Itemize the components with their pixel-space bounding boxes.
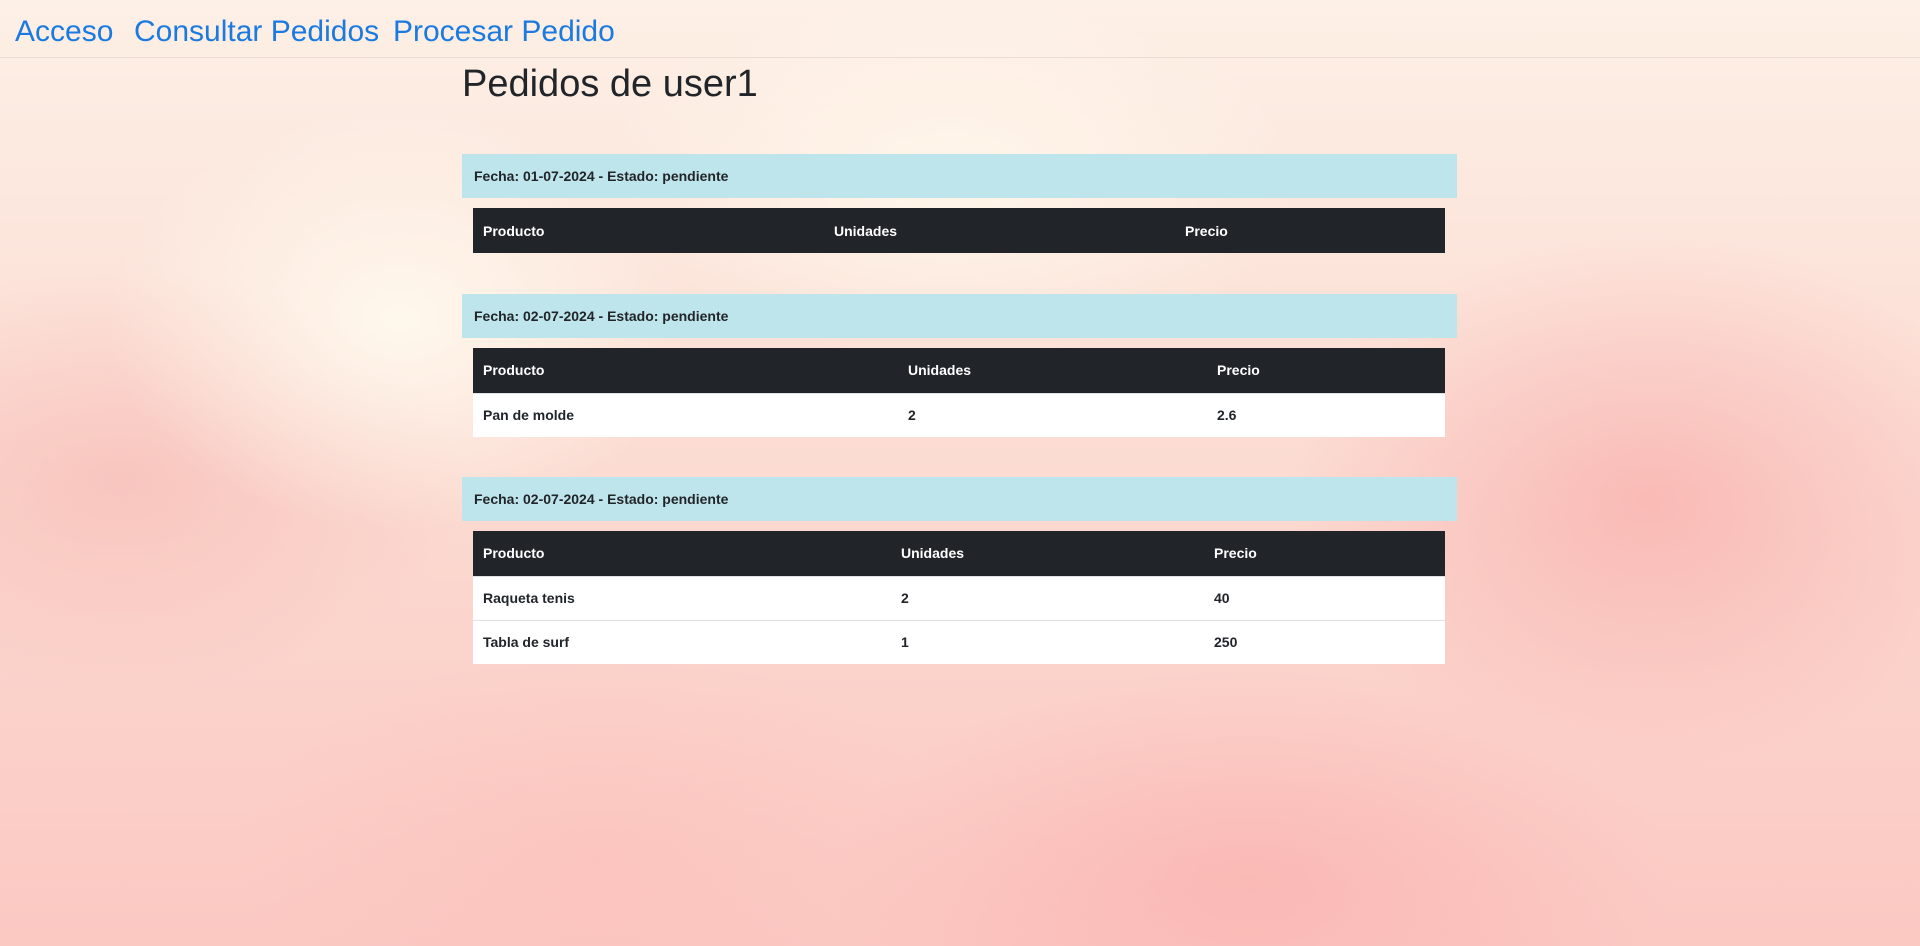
table-row: Tabla de surf 1 250: [473, 619, 1445, 664]
column-header-unidades: Unidades: [824, 208, 1175, 253]
cell-precio: 250: [1204, 619, 1445, 664]
order-header: Fecha: 02-07-2024 - Estado: pendiente: [462, 477, 1457, 521]
cell-precio: 40: [1204, 575, 1445, 620]
column-header-precio: Precio: [1175, 208, 1445, 253]
column-header-precio: Precio: [1204, 531, 1445, 576]
order-items-table: Producto Unidades Precio Raqueta tenis 2…: [473, 531, 1445, 664]
table-header-row: Producto Unidades Precio: [473, 208, 1445, 253]
order-card: Fecha: 02-07-2024 - Estado: pendiente Pr…: [462, 294, 1457, 437]
column-header-unidades: Unidades: [898, 348, 1207, 393]
order-items-table: Producto Unidades Precio Pan de molde 2 …: [473, 348, 1445, 437]
order-items-table: Producto Unidades Precio: [473, 208, 1445, 253]
order-card: Fecha: 01-07-2024 - Estado: pendiente Pr…: [462, 154, 1457, 253]
column-header-unidades: Unidades: [891, 531, 1204, 576]
cell-producto: Pan de molde: [473, 392, 898, 437]
nav-link-consultar-pedidos[interactable]: Consultar Pedidos: [134, 12, 379, 52]
column-header-producto: Producto: [473, 348, 898, 393]
cell-producto: Tabla de surf: [473, 619, 891, 664]
nav-link-procesar-pedido[interactable]: Procesar Pedido: [393, 12, 615, 52]
column-header-precio: Precio: [1207, 348, 1445, 393]
nav-link-acceso[interactable]: Acceso: [15, 12, 113, 52]
table-row: Pan de molde 2 2.6: [473, 392, 1445, 437]
order-card: Fecha: 02-07-2024 - Estado: pendiente Pr…: [462, 477, 1457, 664]
table-row: Raqueta tenis 2 40: [473, 575, 1445, 620]
top-navbar: Acceso Consultar Pedidos Procesar Pedido: [0, 0, 1920, 58]
order-header: Fecha: 01-07-2024 - Estado: pendiente: [462, 154, 1457, 198]
cell-unidades: 1: [891, 619, 1204, 664]
order-header: Fecha: 02-07-2024 - Estado: pendiente: [462, 294, 1457, 338]
page-title: Pedidos de user1: [462, 63, 758, 105]
cell-unidades: 2: [891, 575, 1204, 620]
table-header-row: Producto Unidades Precio: [473, 348, 1445, 393]
cell-unidades: 2: [898, 392, 1207, 437]
table-header-row: Producto Unidades Precio: [473, 531, 1445, 576]
cell-precio: 2.6: [1207, 392, 1445, 437]
column-header-producto: Producto: [473, 208, 824, 253]
column-header-producto: Producto: [473, 531, 891, 576]
cell-producto: Raqueta tenis: [473, 575, 891, 620]
